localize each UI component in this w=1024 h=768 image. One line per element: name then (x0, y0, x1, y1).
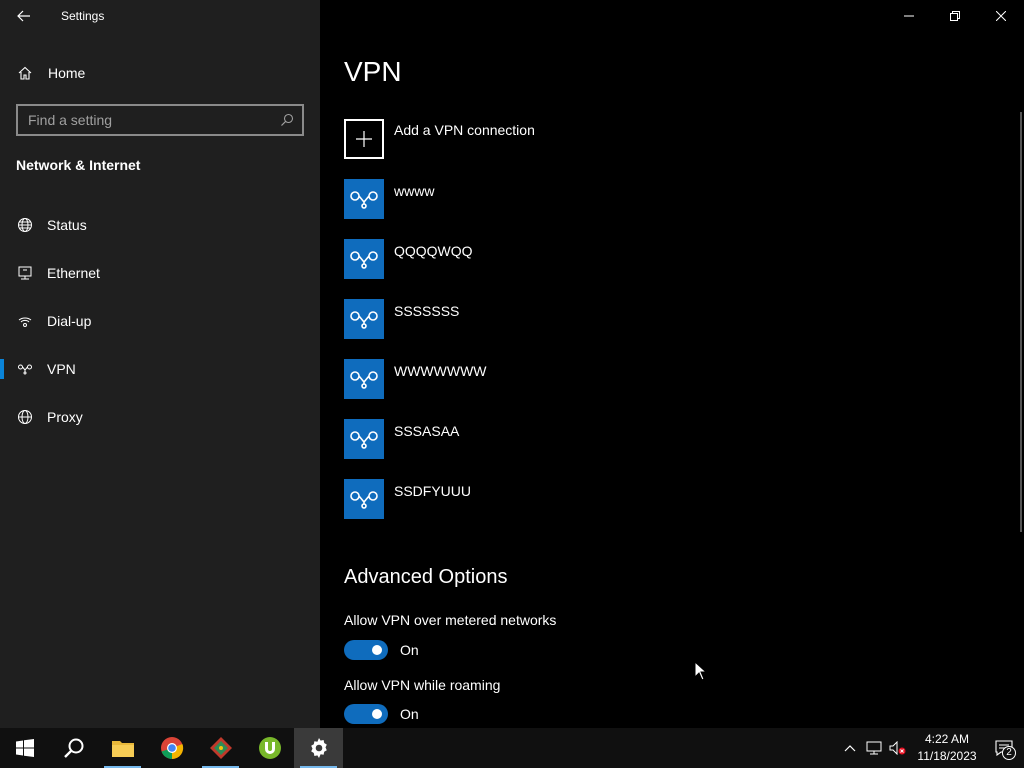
vpn-connection-name: SSSASAA (394, 423, 460, 439)
scrollbar[interactable] (1020, 112, 1022, 532)
clock-time: 4:22 AM (924, 732, 970, 746)
vpn-connection-item[interactable]: wwww (344, 179, 487, 239)
settings-search[interactable] (16, 104, 304, 136)
metered-toggle-row: On (344, 640, 419, 660)
globe-status-icon (16, 216, 34, 234)
chrome-icon (160, 737, 183, 760)
minimize-button[interactable] (886, 0, 932, 32)
vpn-connection-item[interactable]: WWWWWWW (344, 359, 487, 419)
utorrent-icon (258, 737, 281, 759)
sidebar-item-label: Dial-up (47, 313, 92, 329)
sidebar-item-label: VPN (47, 361, 76, 377)
taskbar-chrome[interactable] (147, 728, 196, 768)
taskbar-file-explorer[interactable] (98, 728, 147, 768)
metered-toggle[interactable] (344, 640, 388, 660)
taskbar-utorrent[interactable] (245, 728, 294, 768)
search-input[interactable] (18, 106, 272, 134)
minimize-icon (904, 15, 914, 17)
vpn-connection-icon (344, 419, 384, 459)
start-button[interactable] (0, 728, 49, 768)
vpn-connection-item[interactable]: SSDFYUUU (344, 479, 487, 539)
vpn-connection-name: WWWWWWW (394, 363, 487, 379)
notification-count-badge: 2 (1002, 746, 1016, 760)
sidebar-item-vpn[interactable]: VPN (0, 345, 320, 393)
file-explorer-icon (111, 741, 134, 757)
close-button[interactable] (978, 0, 1024, 32)
vpn-connection-icon (344, 359, 384, 399)
settings-gear-icon (310, 738, 327, 758)
back-button[interactable] (0, 0, 48, 32)
plus-icon (344, 119, 384, 159)
ethernet-icon (16, 264, 34, 282)
tray-network-button[interactable] (862, 728, 886, 768)
action-center-button[interactable]: 2 (984, 728, 1024, 768)
restore-button[interactable] (932, 0, 978, 32)
vpn-connection-icon (344, 179, 384, 219)
search-icon (63, 738, 83, 758)
roaming-toggle[interactable] (344, 704, 388, 724)
tray-volume-button[interactable] (886, 728, 910, 768)
vpn-connection-item[interactable]: SSSASAA (344, 419, 487, 479)
close-icon (996, 11, 1006, 21)
sidebar-nav: Status Ethernet Dial-up VPN Proxy (0, 201, 320, 441)
mouse-cursor-icon (694, 661, 706, 681)
metered-toggle-state: On (400, 642, 419, 658)
volume-muted-icon (889, 741, 906, 755)
vpn-connection-name: SSSSSSS (394, 303, 460, 319)
taskbar: 4:22 AM 11/18/2023 2 (0, 728, 1024, 768)
settings-sidebar: Settings Home Network & Internet Status … (0, 0, 320, 728)
title-bar: Settings (0, 0, 320, 32)
home-label: Home (48, 65, 86, 81)
globe-icon (16, 408, 34, 426)
app-diamond-icon (209, 737, 232, 759)
clock-date: 11/18/2023 (917, 749, 977, 763)
vpn-connection-item[interactable]: SSSSSSS (344, 299, 487, 359)
roaming-option-label: Allow VPN while roaming (344, 677, 501, 693)
taskbar-clock[interactable]: 4:22 AM 11/18/2023 (910, 731, 984, 765)
roaming-toggle-row: On (344, 704, 419, 724)
dial-up-icon (16, 312, 34, 330)
system-tray: 4:22 AM 11/18/2023 2 (838, 728, 1024, 768)
sidebar-item-ethernet[interactable]: Ethernet (0, 249, 320, 297)
vpn-connection-icon (344, 239, 384, 279)
tray-overflow-button[interactable] (838, 728, 862, 768)
add-vpn-label: Add a VPN connection (394, 122, 535, 138)
taskbar-app-diamond[interactable] (196, 728, 245, 768)
vpn-connection-name: wwww (394, 183, 435, 199)
roaming-toggle-state: On (400, 706, 419, 722)
sidebar-item-label: Status (47, 217, 87, 233)
vpn-connection-name: SSDFYUUU (394, 483, 472, 499)
sidebar-item-label: Proxy (47, 409, 83, 425)
vpn-connection-icon (344, 479, 384, 519)
page-title: VPN (344, 56, 402, 87)
sidebar-item-label: Ethernet (47, 265, 100, 281)
sidebar-item-proxy[interactable]: Proxy (0, 393, 320, 441)
back-arrow-icon (17, 10, 30, 22)
vpn-connection-list: wwww QQQQWQQ SSSSSSS WWWWWWW SSSASAA SSD… (344, 179, 487, 539)
advanced-options-title: Advanced Options (344, 566, 508, 588)
vpn-connection-name: QQQQWQQ (394, 243, 473, 259)
taskbar-settings[interactable] (294, 728, 343, 768)
metered-option-label: Allow VPN over metered networks (344, 612, 557, 628)
vpn-icon (16, 360, 34, 378)
chevron-up-icon (844, 745, 856, 752)
taskbar-search-button[interactable] (49, 728, 98, 768)
main-content: VPN Add a VPN connection wwww QQQQWQQ SS… (320, 0, 1024, 728)
search-icon[interactable] (272, 106, 302, 134)
vpn-connection-icon (344, 299, 384, 339)
restore-icon (950, 11, 960, 21)
add-vpn-button[interactable]: Add a VPN connection (344, 119, 535, 159)
sidebar-item-dial-up[interactable]: Dial-up (0, 297, 320, 345)
vpn-connection-item[interactable]: QQQQWQQ (344, 239, 487, 299)
window-controls (886, 0, 1024, 32)
sidebar-item-status[interactable]: Status (0, 201, 320, 249)
app-title: Settings (61, 9, 105, 23)
home-icon (16, 64, 34, 82)
network-wired-icon (866, 741, 882, 755)
windows-start-icon (15, 739, 34, 757)
sidebar-item-home[interactable]: Home (0, 56, 320, 90)
section-title: Network & Internet (16, 157, 141, 173)
